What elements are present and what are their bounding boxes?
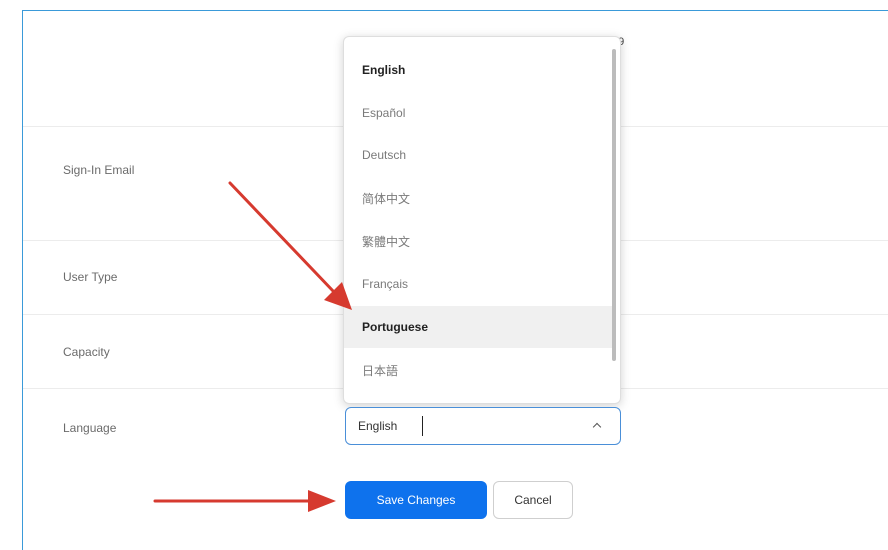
annotation-arrows [153, 181, 352, 512]
annotation-arrow-horizontal [153, 490, 336, 512]
annotation-arrow-diagonal [228, 181, 352, 310]
